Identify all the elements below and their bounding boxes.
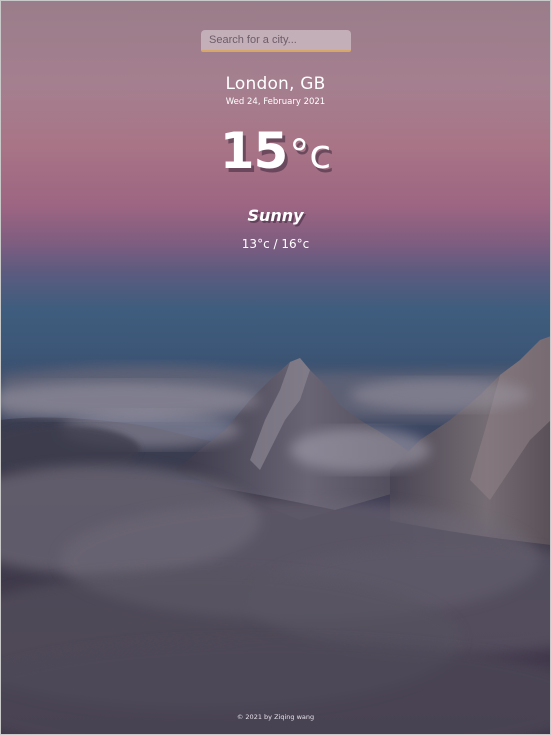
mountain-cloud-background bbox=[0, 336, 551, 735]
search-input[interactable] bbox=[201, 30, 351, 52]
search-bar bbox=[201, 28, 351, 52]
temperature-unit: °c bbox=[289, 132, 332, 178]
footer-credit: © 2021 by Ziqing wang bbox=[236, 713, 315, 721]
weather-app: London, GB Wed 24, February 2021 15°c Su… bbox=[0, 0, 551, 735]
temperature-display: 15°c bbox=[0, 126, 551, 176]
location-title: London, GB bbox=[225, 74, 326, 94]
weather-condition: Sunny bbox=[247, 206, 304, 225]
date-label: Wed 24, February 2021 bbox=[225, 97, 326, 107]
temperature-range: 13°c / 16°c bbox=[241, 237, 310, 251]
temperature-value: 15 bbox=[219, 122, 289, 180]
